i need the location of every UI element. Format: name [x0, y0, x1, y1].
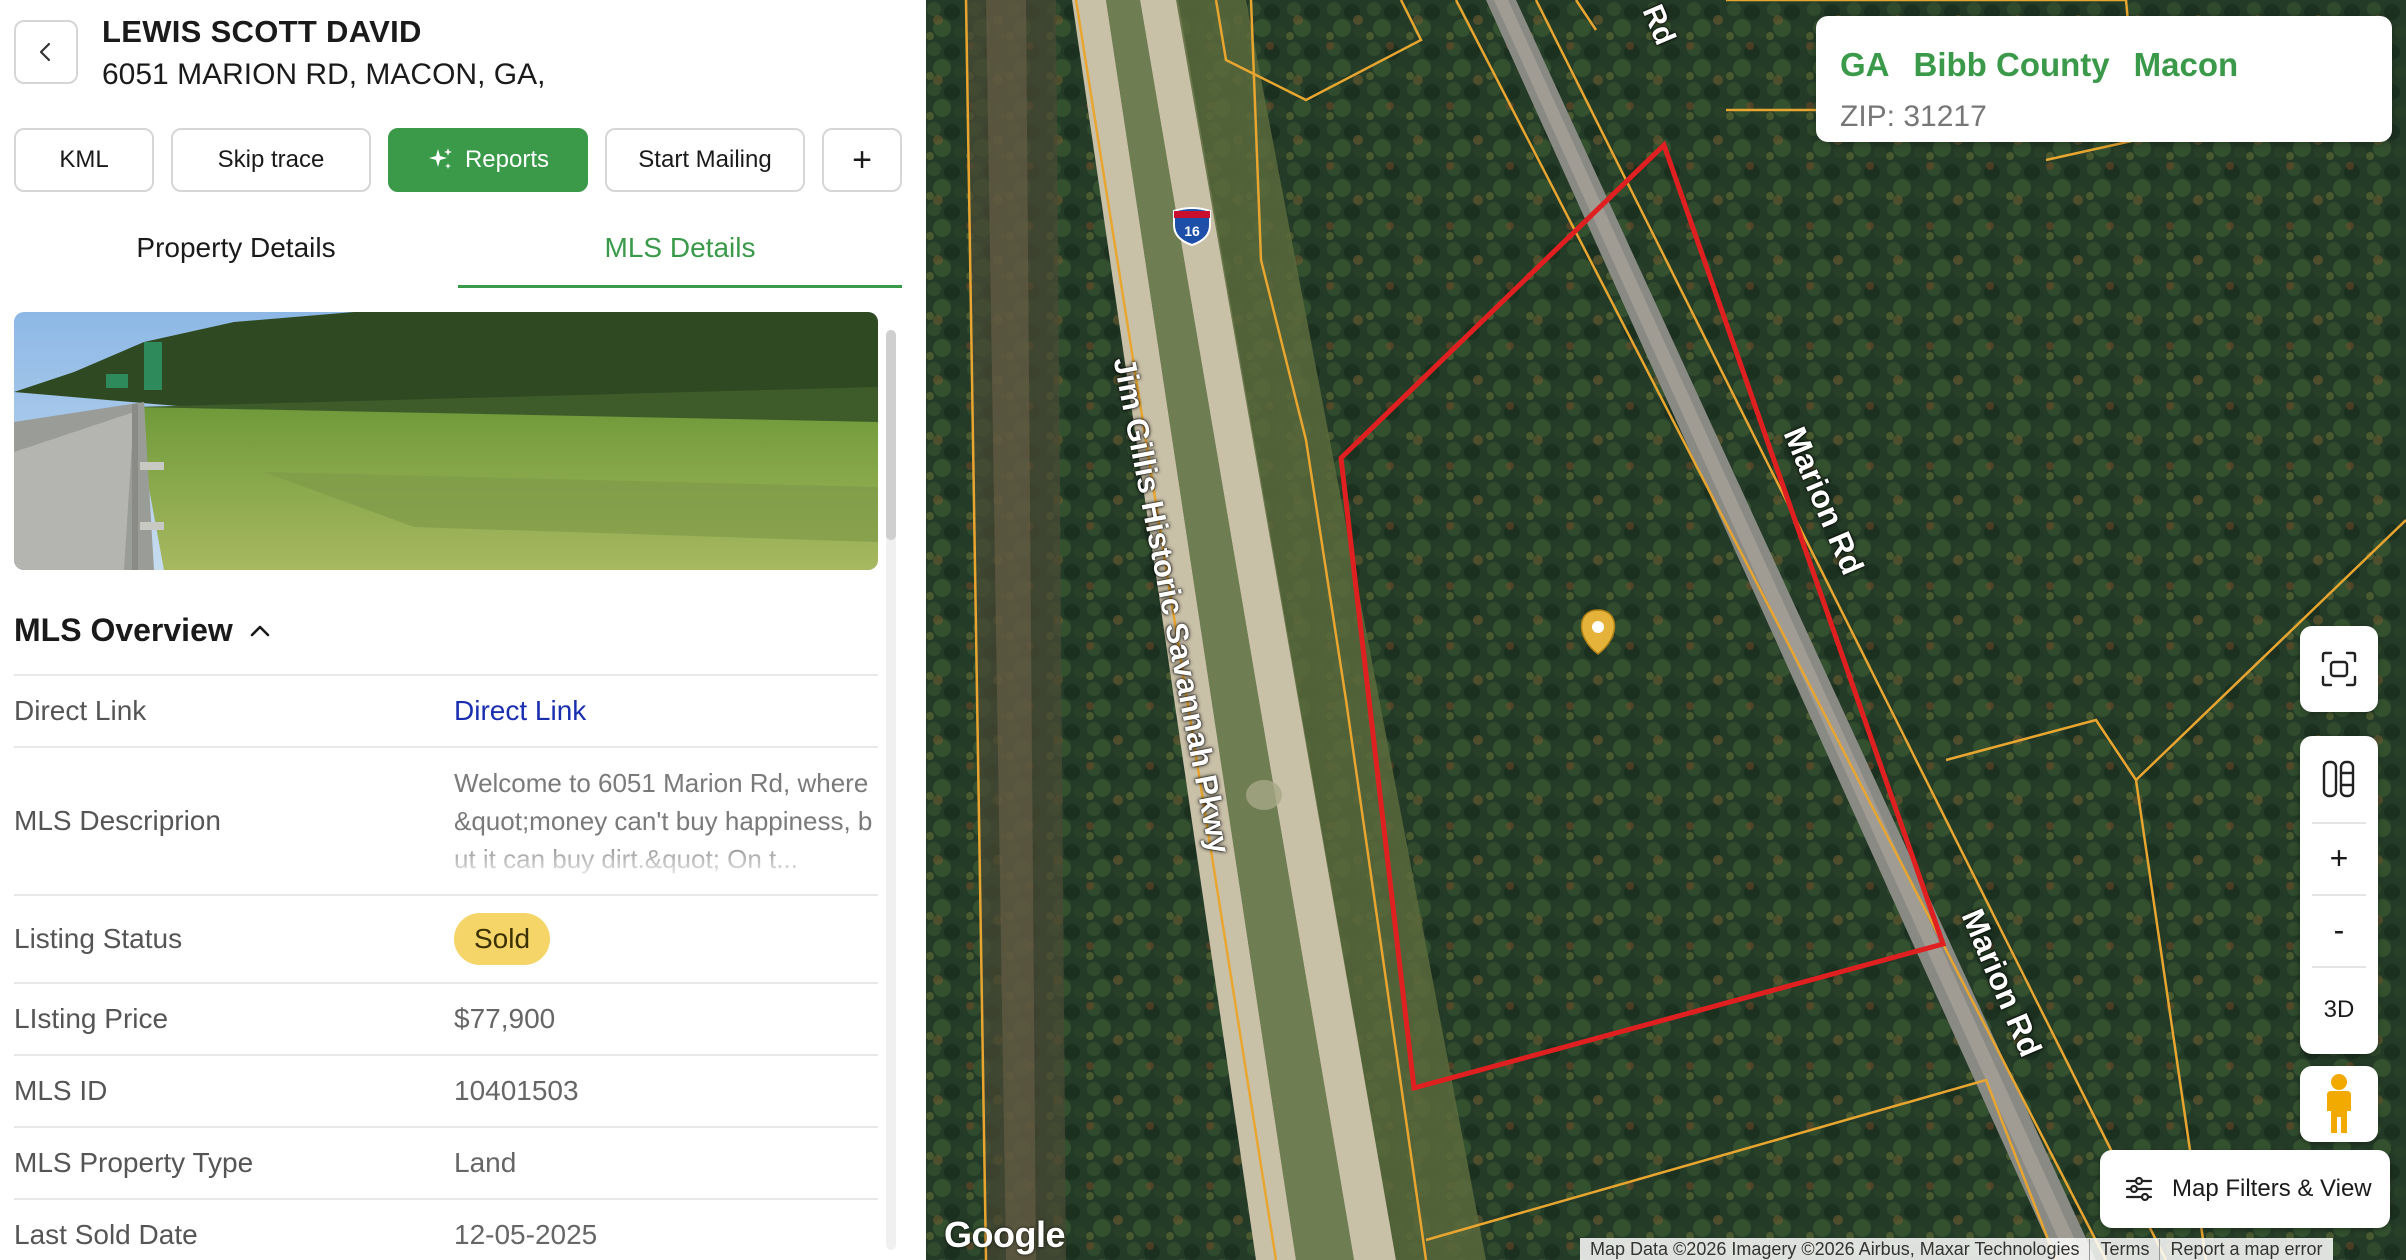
zoom-in-button[interactable]: +: [2300, 822, 2378, 894]
reports-button[interactable]: Reports: [388, 128, 588, 192]
tab-property-details[interactable]: Property Details: [14, 222, 458, 288]
detail-tabs: Property Details MLS Details: [14, 222, 902, 288]
description-fade: [454, 838, 874, 878]
map-zoom-controls: + - 3D: [2300, 736, 2378, 1054]
3d-button[interactable]: 3D: [2300, 966, 2378, 1054]
chevron-up-icon: [250, 625, 270, 636]
property-address: 6051 MARION RD, MACON, GA,: [102, 58, 546, 91]
report-error-link[interactable]: Report a map error: [2159, 1238, 2332, 1260]
location-city[interactable]: Macon: [2134, 46, 2239, 84]
property-photo: [14, 312, 878, 570]
svg-text:16: 16: [1184, 223, 1200, 239]
scan-icon: [2321, 651, 2357, 687]
add-button[interactable]: +: [822, 128, 902, 192]
layers-button[interactable]: [2300, 736, 2378, 822]
row-label: MLS Property Type: [14, 1147, 254, 1178]
row-label: LIsting Price: [14, 1003, 169, 1034]
terms-link[interactable]: Terms: [2089, 1238, 2159, 1260]
row-label: Direct Link: [14, 695, 147, 726]
location-card: GA Bibb County Macon ZIP: 31217: [1816, 16, 2392, 142]
mls-property-type: Land: [454, 1147, 517, 1178]
mls-overview-header[interactable]: MLS Overview: [14, 612, 273, 649]
fit-bounds-button[interactable]: [2300, 626, 2378, 712]
row-label: MLS Descriprion: [14, 805, 221, 836]
table-row: MLS Property Type Land: [14, 1126, 878, 1198]
last-sold-date: 12-05-2025: [454, 1219, 598, 1250]
mls-description: Welcome to 6051 Marion Rd, where &quot;m…: [454, 764, 874, 878]
row-label: MLS ID: [14, 1075, 108, 1106]
table-row: Direct Link Direct Link: [14, 674, 878, 746]
table-row: Last Sold Date 12-05-2025: [14, 1198, 878, 1260]
mls-overview-title: MLS Overview: [14, 612, 233, 648]
status-badge: Sold: [454, 913, 551, 965]
direct-link[interactable]: Direct Link: [454, 695, 586, 727]
satellite-map[interactable]: 16 Rd Marion Rd Marion Rd Jim Gillis His…: [926, 0, 2406, 1260]
start-mailing-button[interactable]: Start Mailing: [605, 128, 805, 192]
skip-trace-button[interactable]: Skip trace: [171, 128, 371, 192]
chevron-left-icon: [39, 42, 51, 62]
google-logo: Google: [944, 1214, 1066, 1255]
row-label: Listing Status: [14, 923, 183, 954]
plus-icon: +: [852, 140, 872, 179]
back-button[interactable]: [14, 20, 78, 84]
location-breadcrumb: GA Bibb County Macon: [1840, 46, 2238, 84]
tab-mls-details[interactable]: MLS Details: [458, 222, 902, 288]
mls-id: 10401503: [454, 1075, 579, 1106]
zoom-out-button[interactable]: -: [2300, 894, 2378, 966]
map-filters-button[interactable]: Map Filters & View: [2100, 1150, 2390, 1228]
layers-icon: [2322, 760, 2355, 798]
location-state[interactable]: GA: [1840, 46, 1890, 84]
sparkle-icon: [427, 146, 455, 174]
sliders-icon: [2125, 1176, 2153, 1202]
map-attribution: Map Data ©2026 Imagery ©2026 Airbus, Max…: [1580, 1238, 2333, 1260]
street-view-button[interactable]: [2300, 1066, 2378, 1142]
attribution-text: Map Data ©2026 Imagery ©2026 Airbus, Max…: [1590, 1238, 2080, 1259]
table-row: Listing Status Sold: [14, 894, 878, 982]
row-label: Last Sold Date: [14, 1219, 198, 1250]
scrollbar-thumb[interactable]: [886, 330, 896, 540]
owner-name: LEWIS SCOTT DAVID: [102, 14, 422, 49]
location-county[interactable]: Bibb County: [1914, 46, 2110, 84]
reports-label: Reports: [464, 146, 550, 173]
table-row: LIsting Price $77,900: [14, 982, 878, 1054]
location-zip: ZIP: 31217: [1840, 100, 1987, 133]
listing-price: $77,900: [454, 1003, 556, 1034]
map-imagery: 16: [926, 0, 2406, 1260]
table-row: MLS Descriprion Welcome to 6051 Marion R…: [14, 746, 878, 894]
table-row: MLS ID 10401503: [14, 1054, 878, 1126]
map-filters-label: Map Filters & View: [2172, 1175, 2372, 1202]
kml-button[interactable]: KML: [14, 128, 154, 192]
person-icon: [2327, 1074, 2351, 1133]
mls-overview-table: Direct Link Direct Link MLS Descriprion …: [14, 674, 878, 1260]
property-panel: LEWIS SCOTT DAVID 6051 MARION RD, MACON,…: [0, 0, 926, 1260]
